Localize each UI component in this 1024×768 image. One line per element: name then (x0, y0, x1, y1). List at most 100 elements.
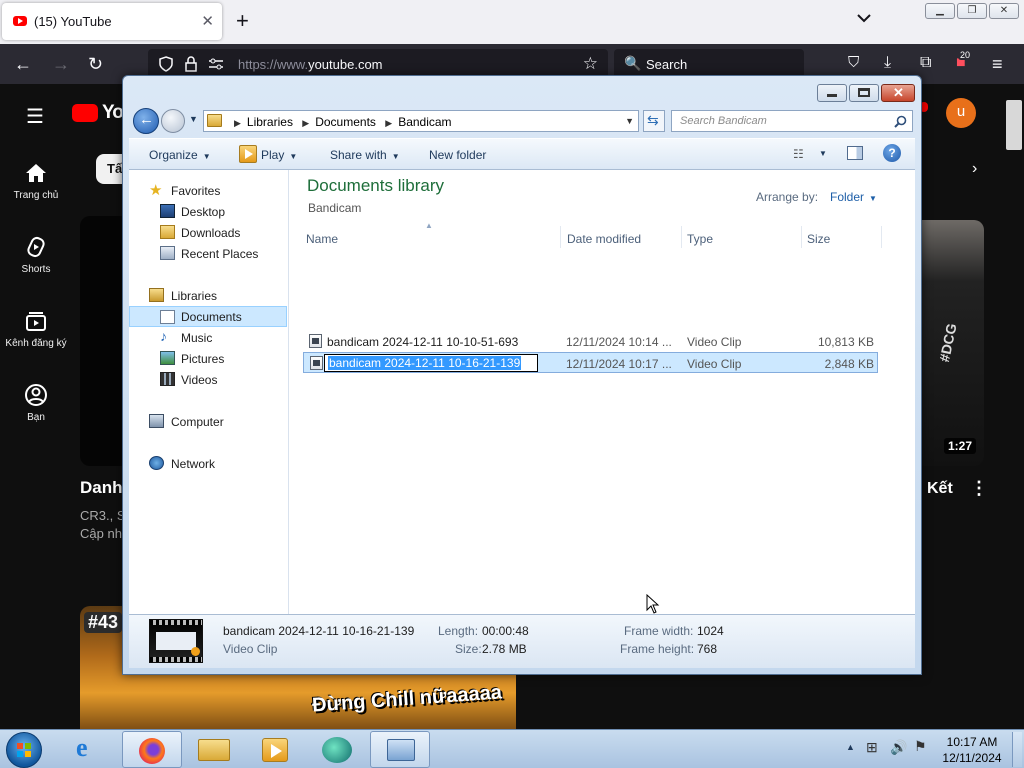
network-tray-icon[interactable]: ⊞ (866, 739, 878, 756)
scrollbar-thumb[interactable] (1006, 100, 1022, 150)
shield-icon[interactable] (158, 56, 174, 72)
explorer-minimize-button[interactable] (817, 84, 847, 102)
pocket-icon[interactable]: ⛉ (848, 54, 859, 71)
downloads-icon[interactable]: ⤓ (884, 54, 891, 72)
show-desktop-button[interactable] (1012, 732, 1022, 767)
video-title-right[interactable]: Kết (927, 480, 953, 498)
detail-size-value: 2.78 MB (482, 642, 527, 656)
new-tab-button[interactable]: + (236, 8, 249, 34)
guide-item-subscriptions[interactable]: Kênh đăng ký (0, 310, 72, 349)
preview-pane-icon[interactable] (847, 146, 863, 160)
nav-libraries[interactable]: Libraries (129, 285, 287, 306)
hamburger-menu-icon[interactable]: ☰ (26, 104, 44, 129)
nav-pictures[interactable]: Pictures (129, 348, 287, 369)
rename-input[interactable]: bandicam 2024-12-11 10-16-21-139 (324, 354, 538, 372)
nav-favorites[interactable]: ★ Favorites (129, 180, 287, 201)
breadcrumb-bandicam[interactable]: Bandicam (398, 115, 451, 129)
guide-item-you[interactable]: Bạn (0, 384, 72, 423)
action-center-flag-icon[interactable]: ⚑ (914, 738, 927, 755)
start-button[interactable] (6, 732, 42, 768)
nav-computer[interactable]: Computer (129, 411, 287, 432)
restore-button[interactable]: ❐ (957, 3, 987, 19)
reload-icon[interactable]: ↻ (88, 54, 103, 75)
taskbar-firefox[interactable] (122, 731, 182, 768)
close-window-button[interactable]: ✕ (989, 3, 1019, 19)
taskbar-internet-explorer[interactable]: e (60, 731, 120, 768)
help-icon[interactable]: ? (883, 144, 901, 162)
video-thumbnail-right[interactable]: #DCG 1:27 (922, 220, 984, 466)
show-hidden-icons[interactable]: ▲ (846, 742, 855, 752)
chevron-right-icon[interactable]: › (972, 160, 977, 178)
video-meta-left: Cập nh (80, 526, 122, 541)
bookmark-star-icon[interactable]: ☆ (583, 54, 598, 74)
search-icon[interactable] (894, 115, 907, 128)
guide-item-home[interactable]: Trang chủ (0, 162, 72, 201)
nav-recent-places[interactable]: Recent Places (129, 243, 287, 264)
youtube-logo-icon[interactable] (72, 104, 98, 122)
nav-downloads[interactable]: Downloads (129, 222, 287, 243)
breadcrumb-documents[interactable]: Documents (315, 115, 376, 129)
column-name[interactable]: Name (306, 232, 338, 246)
back-button[interactable]: ← (133, 108, 159, 134)
browser-tab-youtube[interactable]: (15) YouTube ✕ (2, 3, 222, 40)
play-button[interactable]: Play ▼ (261, 148, 297, 162)
forward-button[interactable] (161, 109, 185, 133)
column-date-modified[interactable]: Date modified (567, 232, 641, 246)
forward-arrow-icon[interactable]: → (52, 54, 70, 75)
guide-item-shorts[interactable]: Shorts (0, 236, 72, 275)
recent-pages-dropdown-icon[interactable]: ▼ (189, 114, 198, 124)
nav-videos[interactable]: Videos (129, 369, 287, 390)
minimize-button[interactable]: ▁ (925, 3, 955, 19)
taskbar-app[interactable] (308, 731, 368, 768)
clock[interactable]: 10:17 AM 12/11/2024 (936, 734, 1008, 766)
change-view-icon[interactable]: ☷ (793, 147, 804, 161)
lock-icon[interactable] (184, 56, 198, 72)
column-type[interactable]: Type (687, 232, 713, 246)
tab-close-icon[interactable]: ✕ (201, 12, 214, 30)
list-all-tabs-icon[interactable] (856, 10, 872, 26)
arrange-by-dropdown[interactable]: Folder ▼ (830, 190, 877, 204)
explorer-search-input[interactable]: Search Bandicam (671, 110, 913, 132)
nav-desktop[interactable]: Desktop (129, 201, 287, 222)
nav-documents[interactable]: Documents (129, 306, 287, 327)
address-bar[interactable]: ▶ Libraries ▶ Documents ▶ Bandicam ▼ (203, 110, 639, 132)
firefox-icon (139, 738, 165, 764)
video-thumbnail-left[interactable] (80, 216, 124, 466)
more-options-icon[interactable]: ⋮ (970, 478, 988, 499)
column-size[interactable]: Size (807, 232, 830, 246)
explorer-maximize-button[interactable] (849, 84, 879, 102)
internet-explorer-icon: e (76, 733, 88, 762)
nav-music[interactable]: ♪ Music (129, 327, 287, 348)
menu-icon[interactable]: ≡ (992, 54, 1003, 75)
file-row[interactable]: bandicam 2024-12-11 10-10-51-693 12/11/2… (303, 331, 878, 352)
window-title-bar[interactable]: ✕ (123, 76, 921, 108)
view-dropdown-icon[interactable]: ▼ (819, 149, 827, 158)
taskbar-media-player[interactable] (246, 731, 306, 768)
taskbar-control-panel[interactable] (370, 731, 430, 768)
taskbar-explorer[interactable] (184, 731, 244, 768)
extensions-icon[interactable]: ⧉ (920, 54, 931, 72)
detail-length-label: Length: (438, 624, 479, 638)
explorer-close-button[interactable]: ✕ (881, 84, 915, 102)
refresh-button[interactable]: ⇆ (643, 110, 665, 132)
video-title-left[interactable]: Danh (80, 478, 123, 498)
volume-icon[interactable]: 🔊 (890, 739, 907, 756)
back-arrow-icon[interactable]: ← (14, 54, 32, 75)
address-dropdown-icon[interactable]: ▼ (625, 116, 634, 126)
nav-network[interactable]: Network (129, 453, 287, 474)
library-subtitle[interactable]: Bandicam (308, 201, 361, 215)
share-with-button[interactable]: Share with ▼ (330, 148, 400, 162)
file-row-selected[interactable]: bandicam 2024-12-11 10-16-21-139 12/11/2… (303, 352, 878, 373)
file-type: Video Clip (687, 357, 742, 371)
new-folder-button[interactable]: New folder (429, 148, 486, 162)
guide-label: Bạn (27, 412, 45, 423)
guide-label: Shorts (21, 264, 51, 275)
explorer-body: ★ Favorites Desktop Downloads Recent Pla… (129, 170, 915, 614)
organize-button[interactable]: Organize ▼ (149, 148, 211, 162)
breadcrumb-libraries[interactable]: Libraries (247, 115, 293, 129)
detail-frame-width-label: Frame width: (624, 624, 694, 638)
permissions-icon[interactable] (208, 57, 224, 71)
video-thumbnail-preview (149, 619, 203, 663)
guide-label: Trang chủ (13, 190, 59, 201)
avatar[interactable]: u (946, 98, 976, 128)
